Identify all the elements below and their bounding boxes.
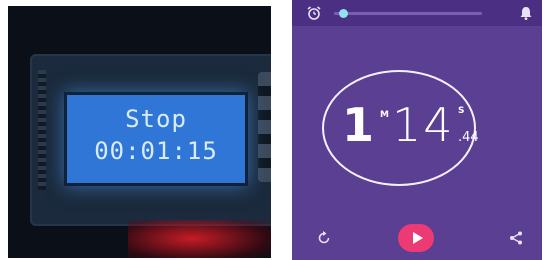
stopwatch-screen: 1 M 14 S .44 xyxy=(292,0,542,260)
play-icon xyxy=(413,232,423,244)
lcd-display: Stop 00:01:15 xyxy=(64,92,248,186)
reset-icon[interactable] xyxy=(316,230,332,246)
seconds-unit: S xyxy=(458,106,465,116)
play-button[interactable] xyxy=(398,224,434,252)
top-bar xyxy=(292,0,542,26)
progress-knob[interactable] xyxy=(339,9,349,18)
red-led-glow xyxy=(128,220,271,258)
lcd-photo: Stop 00:01:15 xyxy=(8,6,271,258)
lcd-time-text: 00:01:15 xyxy=(94,137,218,165)
alarm-clock-icon[interactable] xyxy=(306,5,322,21)
hundredths-value: .44 xyxy=(458,130,479,145)
bell-icon[interactable] xyxy=(518,5,534,21)
share-icon[interactable] xyxy=(508,230,524,246)
minutes-unit: M xyxy=(380,110,389,120)
lcd-status-text: Stop xyxy=(125,105,187,133)
seconds-value: 14 xyxy=(392,98,455,152)
board-buttons xyxy=(258,72,271,182)
elapsed-time: 1 M 14 S .44 xyxy=(336,98,479,160)
minutes-value: 1 xyxy=(342,98,375,152)
header-pins xyxy=(38,70,46,190)
progress-track[interactable] xyxy=(334,9,482,18)
